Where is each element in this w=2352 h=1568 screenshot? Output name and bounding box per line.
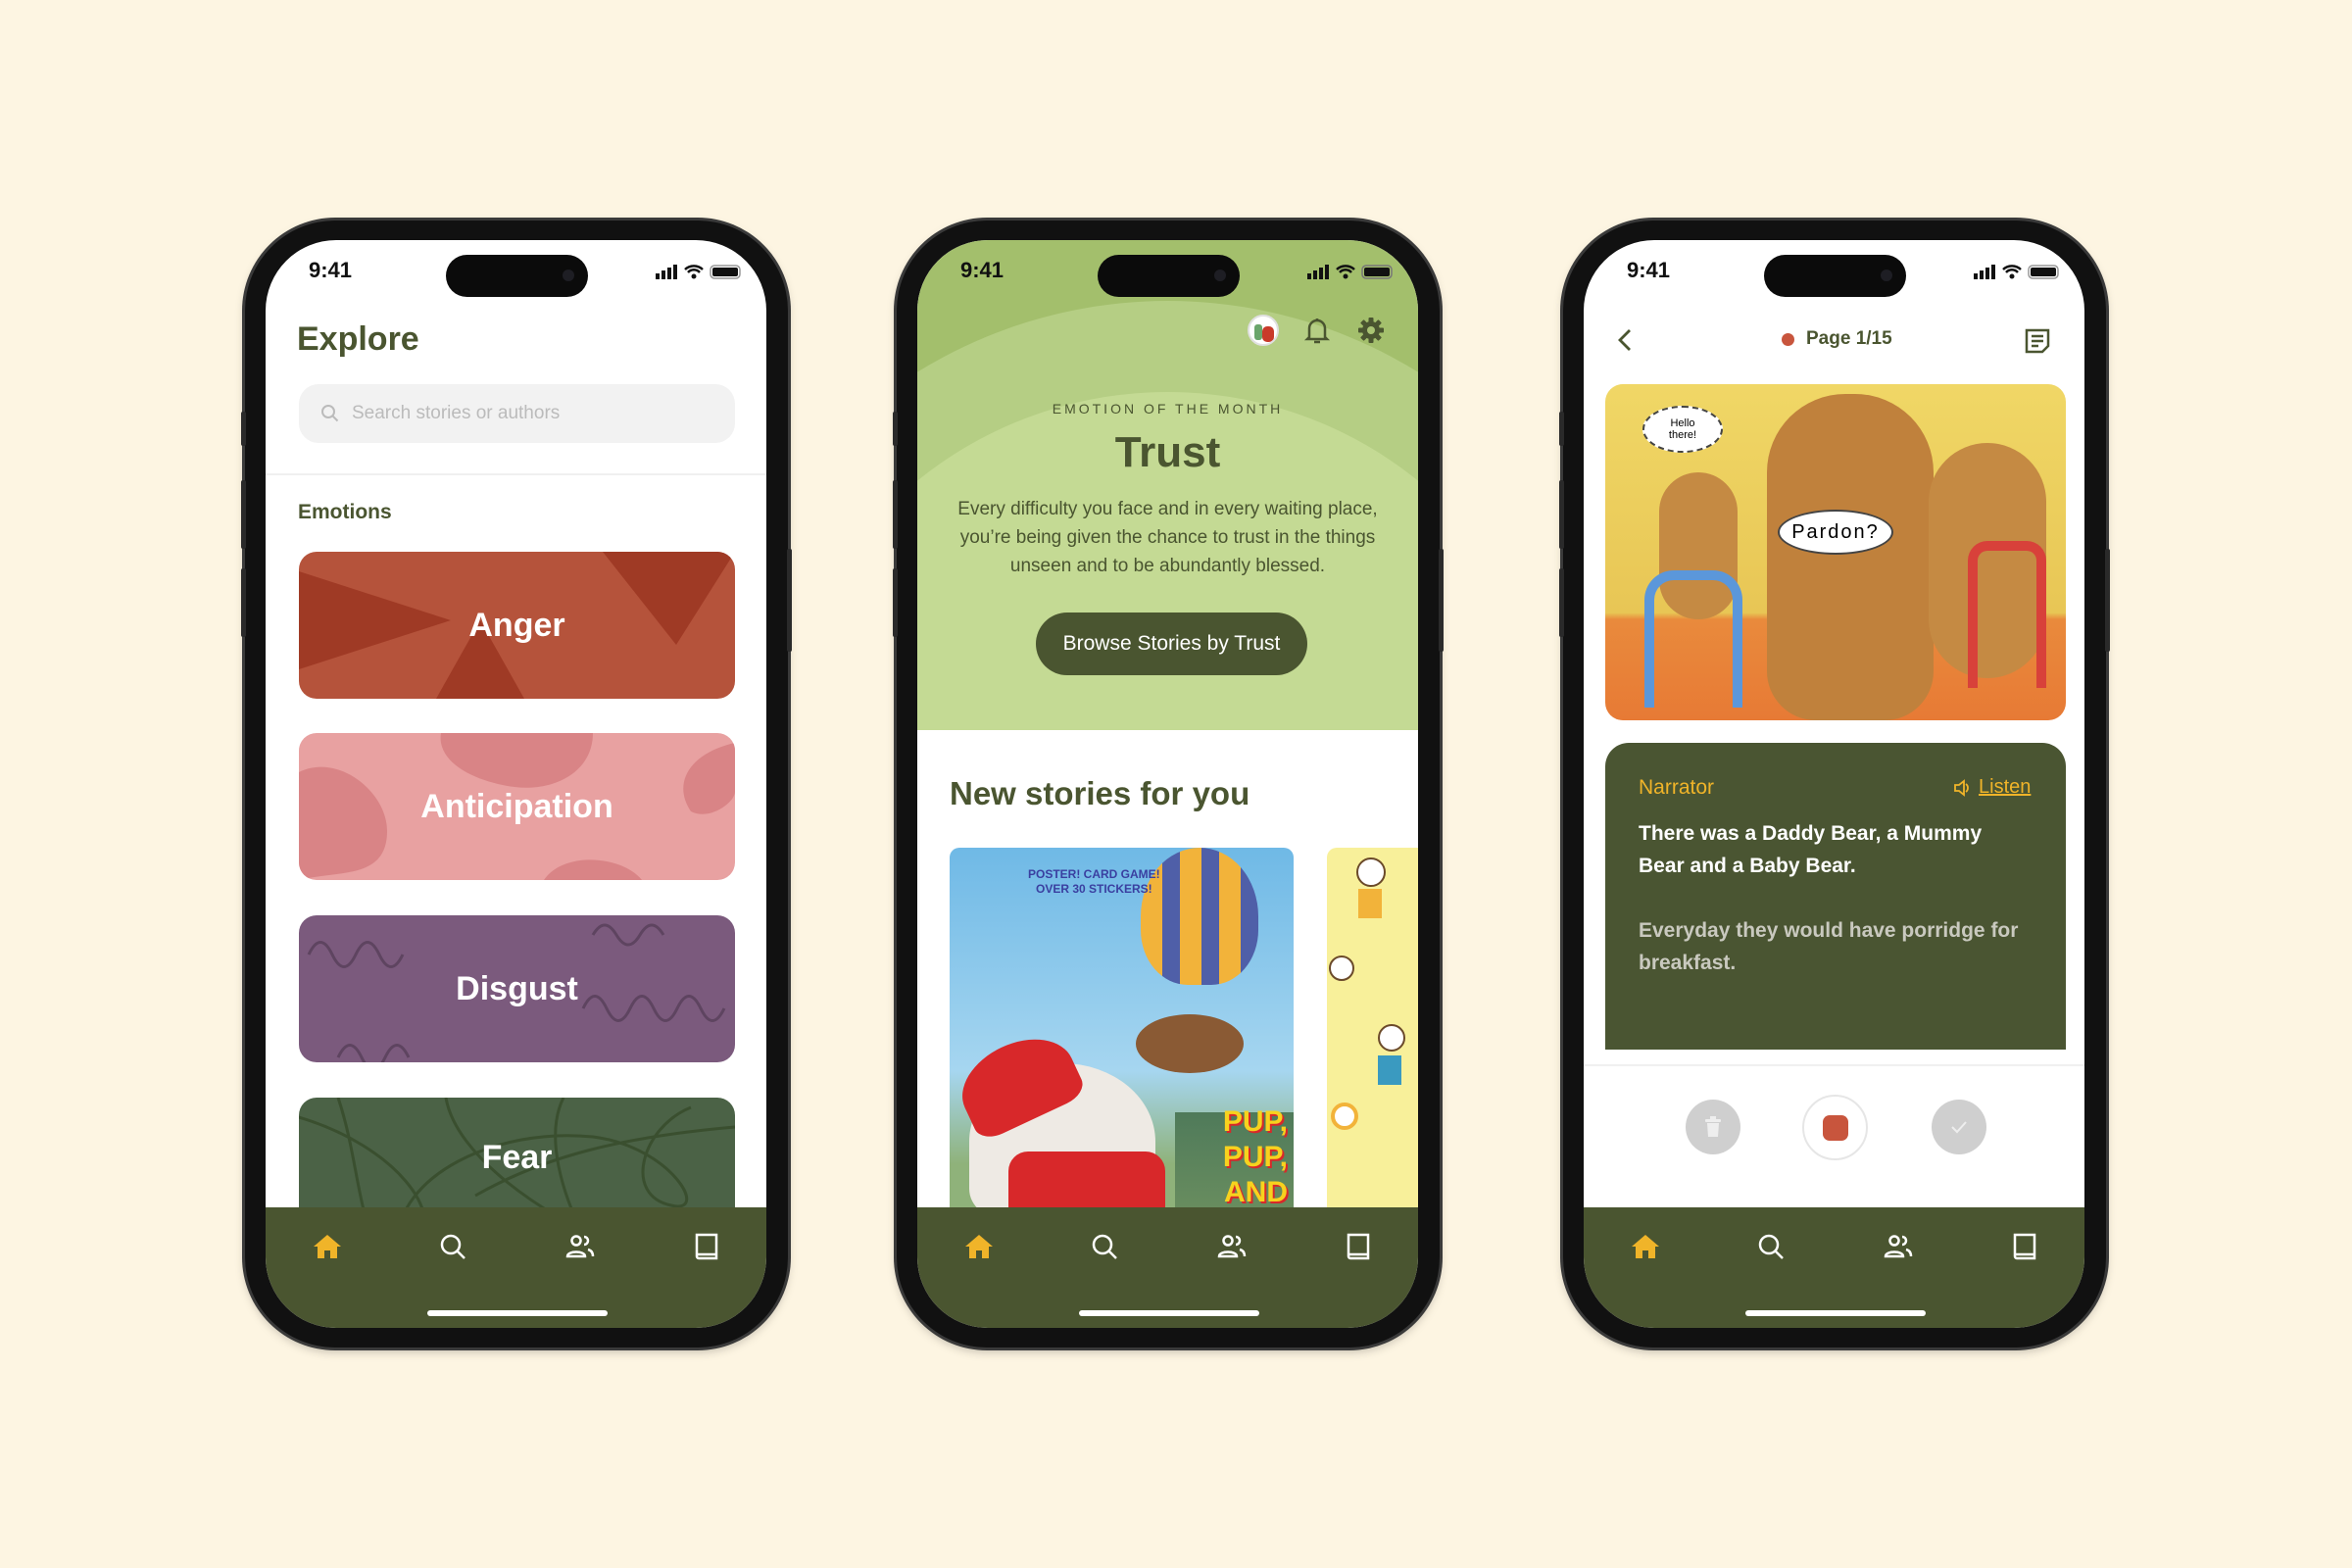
cover-title: PUP, PUP, AND	[1222, 1105, 1288, 1208]
book-icon[interactable]	[1341, 1229, 1376, 1264]
record-stop-button[interactable]	[1802, 1095, 1868, 1160]
tab-bar	[1584, 1207, 2084, 1328]
status-icons	[1974, 265, 2059, 279]
notes-icon[interactable]	[2023, 326, 2052, 356]
dynamic-island	[1764, 255, 1906, 297]
search-icon[interactable]	[435, 1229, 470, 1264]
trash-icon	[1705, 1116, 1721, 1137]
phone-reader: 9:41 Page 1/15 Hello there! Pardon? Narr…	[1559, 220, 2110, 1348]
status-time: 9:41	[960, 258, 1004, 282]
speech-bubble-1: Hello there!	[1642, 406, 1723, 453]
book-cover-pup-pup-and[interactable]: POSTER! CARD GAME! OVER 30 STICKERS! PUP,…	[950, 848, 1294, 1220]
search-input[interactable]: Search stories or authors	[299, 384, 735, 443]
next-text: Everyday they would have porridge for br…	[1639, 919, 2019, 974]
emotion-label: Anticipation	[420, 787, 613, 825]
page-indicator: Page 1/15	[1782, 328, 1892, 350]
people-icon[interactable]	[563, 1229, 598, 1264]
recording-dot	[1782, 332, 1794, 346]
tab-bar	[917, 1207, 1418, 1328]
home-indicator	[1745, 1310, 1926, 1316]
phone-home: 9:41 EMOTION OF THE MONTH Trust Every di…	[893, 220, 1444, 1348]
book-icon[interactable]	[689, 1229, 724, 1264]
tab-bar	[266, 1207, 766, 1328]
status-icons	[656, 265, 741, 279]
cover-text-top: POSTER! CARD GAME! OVER 30 STICKERS!	[1028, 867, 1160, 896]
home-icon[interactable]	[310, 1229, 345, 1264]
book-icon[interactable]	[2007, 1229, 2042, 1264]
home-screen: 9:41 EMOTION OF THE MONTH Trust Every di…	[917, 240, 1418, 1328]
home-icon[interactable]	[1628, 1229, 1663, 1264]
speech-bubble-2: Pardon?	[1778, 510, 1893, 555]
emotion-description: Every difficulty you face and in every w…	[957, 499, 1378, 576]
gear-icon[interactable]	[1356, 316, 1386, 345]
home-icon[interactable]	[961, 1229, 997, 1264]
divider	[1584, 1064, 2084, 1066]
search-icon[interactable]	[1753, 1229, 1788, 1264]
section-title: Emotions	[298, 501, 392, 523]
search-icon	[321, 405, 339, 422]
book-cover-2[interactable]	[1327, 848, 1418, 1220]
reader-screen: 9:41 Page 1/15 Hello there! Pardon? Narr…	[1584, 240, 2084, 1328]
status-icons	[1307, 265, 1393, 279]
phone-explore: 9:41 Explore Search stories or authors E…	[241, 220, 792, 1348]
search-placeholder: Search stories or authors	[352, 403, 561, 423]
back-chevron-icon[interactable]	[1613, 326, 1639, 354]
search-icon[interactable]	[1087, 1229, 1122, 1264]
emotion-card-anticipation[interactable]: Anticipation	[299, 733, 735, 880]
emotion-card-disgust[interactable]: Disgust	[299, 915, 735, 1062]
avatar[interactable]	[1248, 315, 1279, 346]
story-illustration: Hello there! Pardon?	[1605, 384, 2066, 720]
dynamic-island	[446, 255, 588, 297]
page-label: Page 1/15	[1806, 328, 1892, 349]
delete-button[interactable]	[1686, 1100, 1740, 1154]
confirm-button[interactable]	[1932, 1100, 1986, 1154]
speaker-label: Narrator	[1639, 776, 1715, 799]
people-icon[interactable]	[1214, 1229, 1250, 1264]
emotion-card-anger[interactable]: Anger	[299, 552, 735, 699]
emotion-label: Disgust	[456, 969, 578, 1007]
explore-screen: 9:41 Explore Search stories or authors E…	[266, 240, 766, 1328]
people-icon[interactable]	[1881, 1229, 1916, 1264]
page-title: Explore	[297, 320, 419, 358]
stop-icon	[1822, 1114, 1848, 1141]
bell-icon[interactable]	[1302, 316, 1332, 345]
emotion-title: Trust	[1114, 428, 1221, 476]
check-icon	[1951, 1121, 1967, 1134]
status-time: 9:41	[309, 258, 353, 282]
narrator-card: Narrator Listen There was a Daddy Bear, …	[1605, 743, 2066, 1050]
home-indicator	[427, 1310, 608, 1316]
listen-button[interactable]: Listen	[1953, 776, 2031, 799]
home-indicator	[1079, 1310, 1259, 1316]
dynamic-island	[1098, 255, 1240, 297]
divider	[266, 473, 766, 475]
eyebrow-label: EMOTION OF THE MONTH	[1052, 401, 1284, 416]
section-title: New stories for you	[950, 775, 1250, 811]
emotion-label: Anger	[468, 606, 565, 644]
speaker-icon	[1954, 778, 1969, 797]
listen-label: Listen	[1979, 776, 2032, 798]
browse-stories-button[interactable]: Browse Stories by Trust	[1036, 612, 1307, 675]
current-text: There was a Daddy Bear, a Mummy Bear and…	[1639, 822, 1983, 877]
status-time: 9:41	[1627, 258, 1671, 282]
